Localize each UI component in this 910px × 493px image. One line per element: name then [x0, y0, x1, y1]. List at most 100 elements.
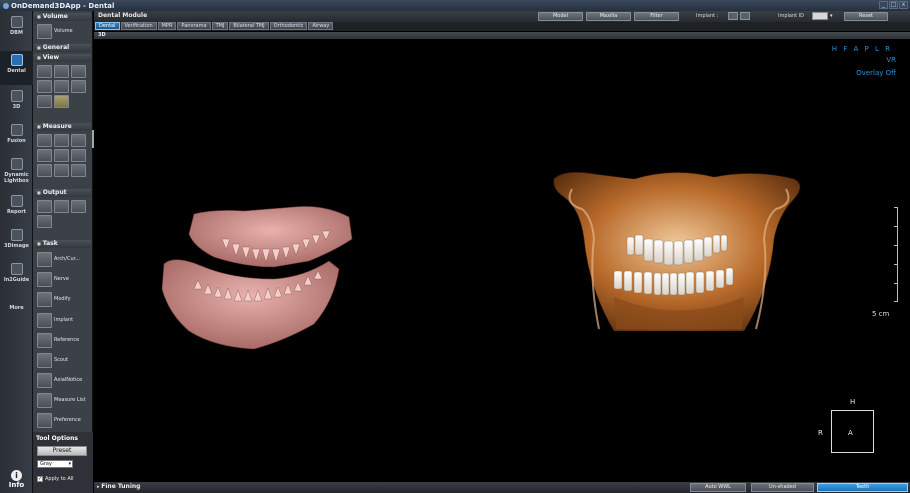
- lightbox-icon: [10, 158, 23, 170]
- section-view-header[interactable]: View: [34, 54, 91, 62]
- preference-icon: [37, 412, 52, 428]
- implant-id-dropdown-icon[interactable]: ▾: [830, 13, 833, 19]
- profile-icon[interactable]: [54, 149, 69, 162]
- print-icon[interactable]: [37, 200, 52, 213]
- maxilla-button[interactable]: Maxilla: [586, 12, 631, 21]
- section-volume-header[interactable]: Volume: [34, 13, 91, 21]
- area-icon[interactable]: [37, 149, 52, 162]
- section-output-header[interactable]: Output: [34, 189, 91, 197]
- filter-button[interactable]: Filter: [634, 12, 679, 21]
- capture-icon[interactable]: [37, 95, 52, 108]
- overlay-toggle[interactable]: Overlay Off: [856, 69, 896, 77]
- tab-dental[interactable]: Dental: [95, 22, 120, 30]
- nav-item-in2guide[interactable]: In2Guide: [0, 263, 33, 293]
- nav-item-label: Dental: [7, 68, 26, 74]
- tab-airway[interactable]: Airway: [308, 22, 334, 30]
- render-mode-label[interactable]: VR: [886, 56, 896, 64]
- pan-icon[interactable]: [37, 65, 52, 78]
- reset-button[interactable]: Reset: [844, 12, 888, 21]
- zoom-icon[interactable]: [54, 65, 69, 78]
- implant-single-icon[interactable]: [728, 12, 738, 20]
- tab-orthodontic[interactable]: Orthodontic: [269, 22, 308, 30]
- export-icon[interactable]: [71, 200, 86, 213]
- tab-bilateral-tmj[interactable]: Bilateral TMJ: [229, 22, 269, 30]
- implant-id-label: Implant ID: [778, 13, 805, 19]
- nav-item-fusion[interactable]: Fusion: [0, 124, 33, 154]
- nav-item-label: Dynamic Lightbox: [4, 172, 29, 184]
- nav-item-label: More: [9, 305, 24, 311]
- task-scout[interactable]: Scout: [37, 352, 89, 368]
- measure-tools: [37, 134, 86, 177]
- movie-icon[interactable]: [37, 215, 52, 228]
- info-button[interactable]: i Info: [0, 470, 33, 489]
- volume-button[interactable]: Volume: [37, 23, 89, 39]
- tool-panel: Volume Volume General View Measure Outpu…: [33, 11, 93, 493]
- modify-icon: [37, 291, 52, 307]
- nav-item-label: DBM: [10, 30, 23, 36]
- checkbox-checked-icon: ✓: [37, 476, 43, 482]
- fit-icon[interactable]: [71, 80, 86, 93]
- tab-tmj[interactable]: TMJ: [211, 22, 229, 30]
- nav-item-3d[interactable]: 3D: [0, 90, 33, 120]
- tab-verification[interactable]: Verification: [120, 22, 157, 30]
- nav-item-dental[interactable]: Dental: [0, 51, 33, 85]
- nav-item-3dimage[interactable]: 3Dimage: [0, 229, 33, 259]
- task-preference[interactable]: Preference: [37, 412, 89, 428]
- angle-icon[interactable]: [54, 134, 69, 147]
- task-reference[interactable]: Reference: [37, 332, 89, 348]
- teeth-button[interactable]: Teeth: [817, 483, 908, 492]
- database-icon: [10, 16, 23, 28]
- unshaded-button[interactable]: Un-shaded: [751, 483, 814, 492]
- nav-item-dynamic-lightbox[interactable]: Dynamic Lightbox: [0, 158, 33, 192]
- task-measure-list[interactable]: Measure List: [37, 392, 89, 408]
- section-task-header[interactable]: Task: [34, 240, 91, 248]
- ruler-icon[interactable]: [37, 134, 52, 147]
- minimize-button[interactable]: _: [879, 1, 888, 9]
- section-measure-header[interactable]: Measure: [34, 123, 91, 131]
- preset-button[interactable]: Preset: [37, 446, 87, 456]
- implant-label: Implant :: [696, 13, 719, 19]
- orientation-labels[interactable]: H F A P L R: [832, 45, 892, 53]
- tab-panorama[interactable]: Panorama: [177, 22, 211, 30]
- view-tabs: Dental Verification MPR Panorama TMJ Bil…: [94, 22, 910, 31]
- cube-front-label: A: [848, 429, 853, 437]
- nav-item-report[interactable]: Report: [0, 195, 33, 225]
- annotation-icon[interactable]: [54, 164, 69, 177]
- contrast-icon[interactable]: [71, 65, 86, 78]
- apply-to-all-checkbox[interactable]: ✓ Apply to All: [37, 476, 74, 482]
- list-icon: [37, 392, 52, 408]
- tab-mpr[interactable]: MPR: [157, 22, 177, 30]
- task-label: Arch/Cur...: [54, 256, 80, 262]
- task-modify[interactable]: Modify: [37, 291, 89, 307]
- output-tools: [37, 200, 86, 228]
- dental-render: [161, 172, 801, 350]
- auto-wwl-button[interactable]: Auto WWL: [690, 483, 746, 492]
- task-label: Scout: [54, 357, 69, 363]
- save-icon[interactable]: [54, 200, 69, 213]
- 3d-viewport[interactable]: H F A P L R VR Overlay Off 5 cm H R A: [94, 39, 910, 482]
- density-icon[interactable]: [71, 149, 86, 162]
- maximize-button[interactable]: □: [889, 1, 898, 9]
- curve-icon[interactable]: [71, 134, 86, 147]
- colormap-select[interactable]: Gray: [37, 460, 73, 468]
- task-implant[interactable]: Implant: [37, 312, 89, 328]
- crop-icon[interactable]: [54, 80, 69, 93]
- model-button[interactable]: Model: [538, 12, 583, 21]
- implant-id-field[interactable]: [812, 12, 828, 20]
- arrow-icon[interactable]: [37, 164, 52, 177]
- nav-item-dbm[interactable]: DBM: [0, 16, 33, 46]
- eye-icon[interactable]: [54, 95, 69, 108]
- nav-item-more[interactable]: More: [0, 297, 33, 321]
- task-nerve[interactable]: Nerve: [37, 271, 89, 287]
- task-arch-curve[interactable]: Arch/Cur...: [37, 251, 89, 267]
- volume-label: Volume: [54, 28, 73, 34]
- fine-tuning-toggle[interactable]: Fine Tuning: [97, 483, 140, 490]
- task-axial-notice[interactable]: AxialNotice: [37, 372, 89, 388]
- rotate-icon[interactable]: [37, 80, 52, 93]
- scout-icon: [37, 352, 52, 368]
- close-button[interactable]: x: [899, 1, 908, 9]
- module-toolbar: Dental Module Model Maxilla Filter Impla…: [94, 11, 910, 22]
- delete-icon[interactable]: [71, 164, 86, 177]
- section-general-header[interactable]: General: [34, 44, 91, 52]
- implant-multi-icon[interactable]: [740, 12, 750, 20]
